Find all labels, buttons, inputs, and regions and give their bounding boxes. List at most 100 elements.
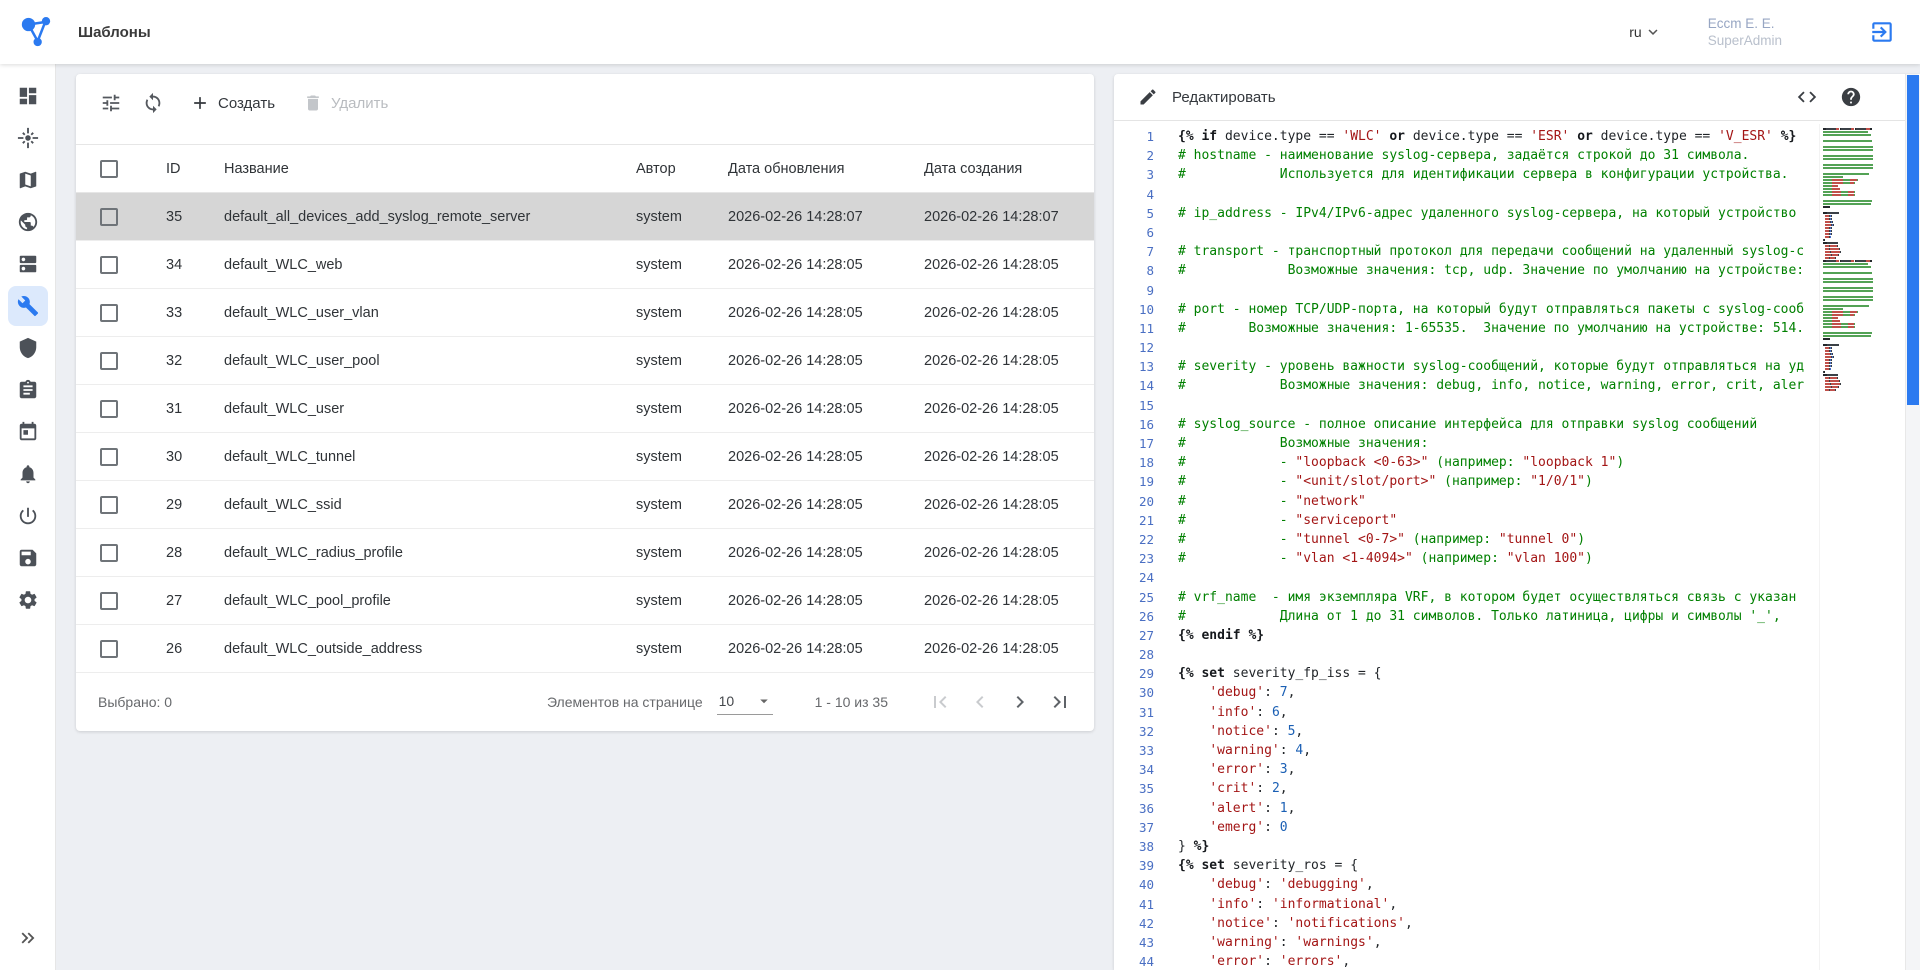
row-checkbox[interactable]: [100, 496, 118, 514]
code-line-text: 'warning': 4,: [1170, 741, 1814, 760]
cell-name: default_WLC_outside_address: [198, 625, 610, 673]
row-checkbox[interactable]: [100, 400, 118, 418]
sidebar-item-templates[interactable]: [8, 286, 48, 326]
row-checkbox[interactable]: [100, 304, 118, 322]
code-line-text: 'notice': 'notifications',: [1170, 914, 1814, 933]
cell-id: 27: [140, 577, 198, 625]
code-line: 14# Возможные значения: debug, info, not…: [1114, 376, 1814, 395]
table-row[interactable]: 29default_WLC_ssidsystem2026-02-26 14:28…: [76, 481, 1094, 529]
sidebar-item-dashboard[interactable]: [8, 76, 48, 116]
trash-icon: [303, 93, 323, 113]
last-page-button[interactable]: [1046, 688, 1074, 716]
cell-author: system: [610, 577, 702, 625]
code-line: 23# - "vlan <1-4094>" (например: "vlan 1…: [1114, 549, 1814, 568]
line-number: 2: [1114, 146, 1170, 165]
code-line-text: # syslog_source - полное описание интерф…: [1170, 415, 1814, 434]
editor-scrollbar-thumb[interactable]: [1907, 75, 1919, 405]
sidebar-expand-button[interactable]: [8, 918, 48, 958]
line-number: 36: [1114, 799, 1170, 818]
sidebar-item-notifications[interactable]: [8, 454, 48, 494]
line-number: 11: [1114, 319, 1170, 338]
logout-button[interactable]: [1866, 16, 1898, 48]
line-number: 22: [1114, 530, 1170, 549]
sidebar-item-schedule[interactable]: [8, 412, 48, 452]
code-line: 36 'alert': 1,: [1114, 799, 1814, 818]
table-row[interactable]: 31default_WLC_usersystem2026-02-26 14:28…: [76, 385, 1094, 433]
sidebar-item-maps[interactable]: [8, 160, 48, 200]
per-page-label: Элементов на странице: [547, 694, 703, 710]
sidebar-item-settings[interactable]: [8, 580, 48, 620]
cell-created: 2026-02-26 14:28:05: [898, 625, 1094, 673]
help-icon: [1840, 86, 1862, 108]
code-line-text: 'emerg': 0: [1170, 818, 1814, 837]
line-number: 25: [1114, 588, 1170, 607]
user-name: Eccm E. E.: [1708, 15, 1782, 32]
editor-panel: Редактировать 1{% if device.type == 'WLC…: [1114, 74, 1920, 970]
filter-tune-icon: [100, 92, 122, 114]
code-editor[interactable]: 1{% if device.type == 'WLC' or device.ty…: [1114, 121, 1920, 970]
delete-button[interactable]: Удалить: [303, 93, 388, 113]
code-line-text: # Возможные значения: tcp, udp. Значение…: [1170, 261, 1814, 280]
row-checkbox[interactable]: [100, 448, 118, 466]
create-button[interactable]: Создать: [190, 93, 275, 113]
previous-page-button[interactable]: [966, 688, 994, 716]
per-page-select[interactable]: 10: [717, 690, 773, 715]
row-checkbox[interactable]: [100, 592, 118, 610]
language-selector[interactable]: ru: [1629, 23, 1661, 41]
code-line-text: 'crit': 2,: [1170, 779, 1814, 798]
code-view-button[interactable]: [1792, 82, 1822, 112]
row-checkbox[interactable]: [100, 544, 118, 562]
table-row[interactable]: 30default_WLC_tunnelsystem2026-02-26 14:…: [76, 433, 1094, 481]
code-line: 10# port - номер TCP/UDP-порта, на котор…: [1114, 300, 1814, 319]
code-line-text: # - "tunnel <0-7>" (например: "tunnel 0"…: [1170, 530, 1814, 549]
sidebar-item-devices[interactable]: [8, 244, 48, 284]
cell-id: 31: [140, 385, 198, 433]
table-row[interactable]: 26default_WLC_outside_addresssystem2026-…: [76, 625, 1094, 673]
table-row[interactable]: 34default_WLC_websystem2026-02-26 14:28:…: [76, 241, 1094, 289]
table-row[interactable]: 35default_all_devices_add_syslog_remote_…: [76, 193, 1094, 241]
refresh-button[interactable]: [136, 86, 170, 120]
editor-scrollbar[interactable]: [1905, 74, 1920, 970]
table-row[interactable]: 28default_WLC_radius_profilesystem2026-0…: [76, 529, 1094, 577]
first-page-button[interactable]: [926, 688, 954, 716]
table-row[interactable]: 33default_WLC_user_vlansystem2026-02-26 …: [76, 289, 1094, 337]
dashboard-grid-icon: [17, 85, 39, 107]
cell-author: system: [610, 241, 702, 289]
line-number: 34: [1114, 760, 1170, 779]
templates-toolbar: Создать Удалить: [76, 74, 1094, 132]
select-all-checkbox[interactable]: [100, 160, 118, 178]
row-checkbox[interactable]: [100, 352, 118, 370]
cell-updated: 2026-02-26 14:28:05: [702, 529, 898, 577]
row-checkbox[interactable]: [100, 640, 118, 658]
double-chevron-right-icon: [17, 927, 39, 949]
logo-molecule-icon: [16, 12, 56, 52]
sidebar-item-security[interactable]: [8, 328, 48, 368]
cell-updated: 2026-02-26 14:28:05: [702, 385, 898, 433]
help-button[interactable]: [1836, 82, 1866, 112]
sidebar-item-events[interactable]: [8, 118, 48, 158]
code-line-text: {% set severity_ros = {: [1170, 856, 1814, 875]
code-line: 24: [1114, 568, 1814, 587]
row-checkbox[interactable]: [100, 256, 118, 274]
editor-minimap[interactable]: [1819, 124, 1905, 970]
sidebar-item-tasks[interactable]: [8, 370, 48, 410]
cell-created: 2026-02-26 14:28:05: [898, 289, 1094, 337]
line-number: 24: [1114, 568, 1170, 587]
line-number: 39: [1114, 856, 1170, 875]
cell-updated: 2026-02-26 14:28:05: [702, 481, 898, 529]
sidebar-item-power[interactable]: [8, 496, 48, 536]
code-line-text: [1170, 568, 1814, 587]
table-row[interactable]: 32default_WLC_user_poolsystem2026-02-26 …: [76, 337, 1094, 385]
cell-author: system: [610, 385, 702, 433]
code-line: 28: [1114, 645, 1814, 664]
cell-id: 26: [140, 625, 198, 673]
code-line-text: # Используется для идентификации сервера…: [1170, 165, 1814, 184]
row-checkbox[interactable]: [100, 208, 118, 226]
code-line: 30 'debug': 7,: [1114, 683, 1814, 702]
table-row[interactable]: 27default_WLC_pool_profilesystem2026-02-…: [76, 577, 1094, 625]
filter-button[interactable]: [94, 86, 128, 120]
sidebar-item-network[interactable]: [8, 202, 48, 242]
next-page-button[interactable]: [1006, 688, 1034, 716]
code-line-text: # port - номер TCP/UDP-порта, на который…: [1170, 300, 1814, 319]
sidebar-item-backup[interactable]: [8, 538, 48, 578]
